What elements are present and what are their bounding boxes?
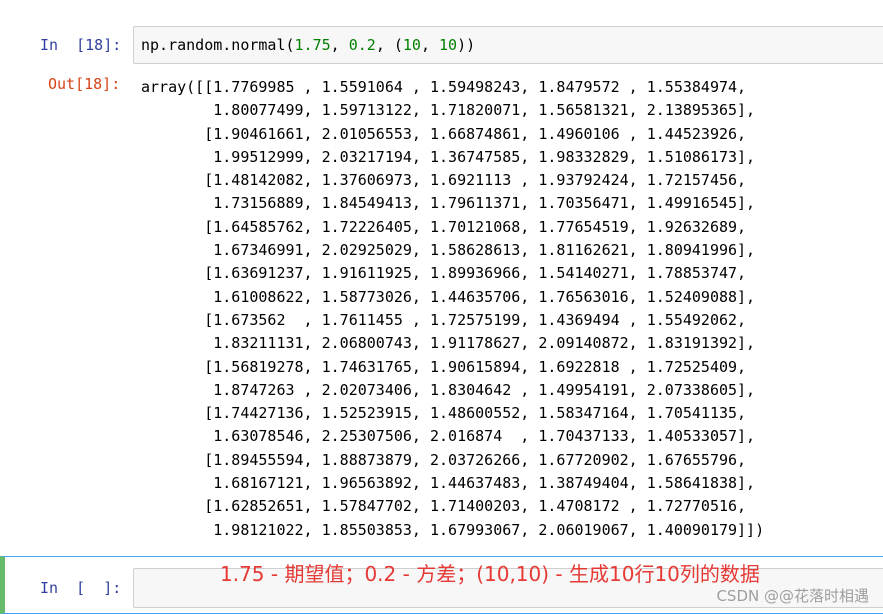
output-line: 1.83211131, 2.06800743, 1.91178627, 2.09… (141, 334, 756, 353)
cell-output: array([[1.7769985 , 1.5591064 , 1.594982… (141, 76, 883, 542)
output-line: [1.90461661, 2.01056553, 1.66874861, 1.4… (141, 124, 747, 143)
code-arg-rows: 10 (402, 36, 421, 54)
csdn-watermark: CSDN @@花落时相遇 (716, 587, 869, 605)
output-line: [1.62852651, 1.57847702, 1.71400203, 1.4… (141, 497, 747, 516)
output-line: 1.98121022, 1.85503853, 1.67993067, 2.06… (141, 520, 765, 539)
code-sep: , (420, 36, 440, 54)
output-line: 1.63078546, 2.25307506, 2.016874 , 1.704… (141, 427, 756, 446)
code-sep: , (330, 36, 349, 54)
output-line: [1.64585762, 1.72226405, 1.70121068, 1.7… (141, 217, 747, 236)
code-text[interactable]: np.random.normal(1.75, 0.2, (10, 10)) (141, 35, 475, 55)
output-line: 1.73156889, 1.84549413, 1.79611371, 1.70… (141, 194, 756, 213)
output-line: [1.56819278, 1.74631765, 1.90615894, 1.6… (141, 357, 747, 376)
output-line: 1.68167121, 1.96563892, 1.44637483, 1.38… (141, 474, 756, 493)
output-line: 1.8747263 , 2.02073406, 1.8304642 , 1.49… (141, 380, 756, 399)
code-sep: , ( (375, 36, 403, 54)
input-prompt: In [18]: (40, 36, 122, 54)
output-line: [1.74427136, 1.52523915, 1.48600552, 1.5… (141, 404, 747, 423)
code-arg-cols: 10 (439, 36, 458, 54)
code-close: )) (457, 36, 476, 54)
output-line: [1.673562 , 1.7611455 , 1.72575199, 1.43… (141, 310, 747, 329)
output-line: 1.61008622, 1.58773026, 1.44635706, 1.76… (141, 287, 756, 306)
red-annotation-text: 1.75 - 期望值；0.2 - 方差；(10,10) - 生成10行10列的数… (220, 562, 760, 586)
output-line: 1.99512999, 2.03217194, 1.36747585, 1.98… (141, 147, 756, 166)
code-function: np.random.normal( (141, 36, 295, 54)
code-input-area[interactable]: np.random.normal(1.75, 0.2, (10, 10)) (133, 26, 883, 64)
output-line: [1.48142082, 1.37606973, 1.6921113 , 1.9… (141, 171, 747, 190)
output-line: array([[1.7769985 , 1.5591064 , 1.594982… (141, 78, 747, 96)
output-line: [1.89455594, 1.88873879, 2.03726266, 1.6… (141, 450, 747, 469)
output-line: 1.80077499, 1.59713122, 1.71820071, 1.56… (141, 101, 756, 120)
code-arg-scale: 0.2 (348, 36, 376, 54)
code-cell-18[interactable]: In [18]: np.random.normal(1.75, 0.2, (10… (0, 0, 883, 553)
output-line: [1.63691237, 1.91611925, 1.89936966, 1.5… (141, 264, 747, 283)
output-prompt: Out[18]: (48, 75, 121, 93)
output-line: 1.67346991, 2.02925029, 1.58628613, 1.81… (141, 241, 756, 260)
input-prompt-empty: In [ ]: (40, 579, 122, 597)
code-arg-mean: 1.75 (294, 36, 331, 54)
